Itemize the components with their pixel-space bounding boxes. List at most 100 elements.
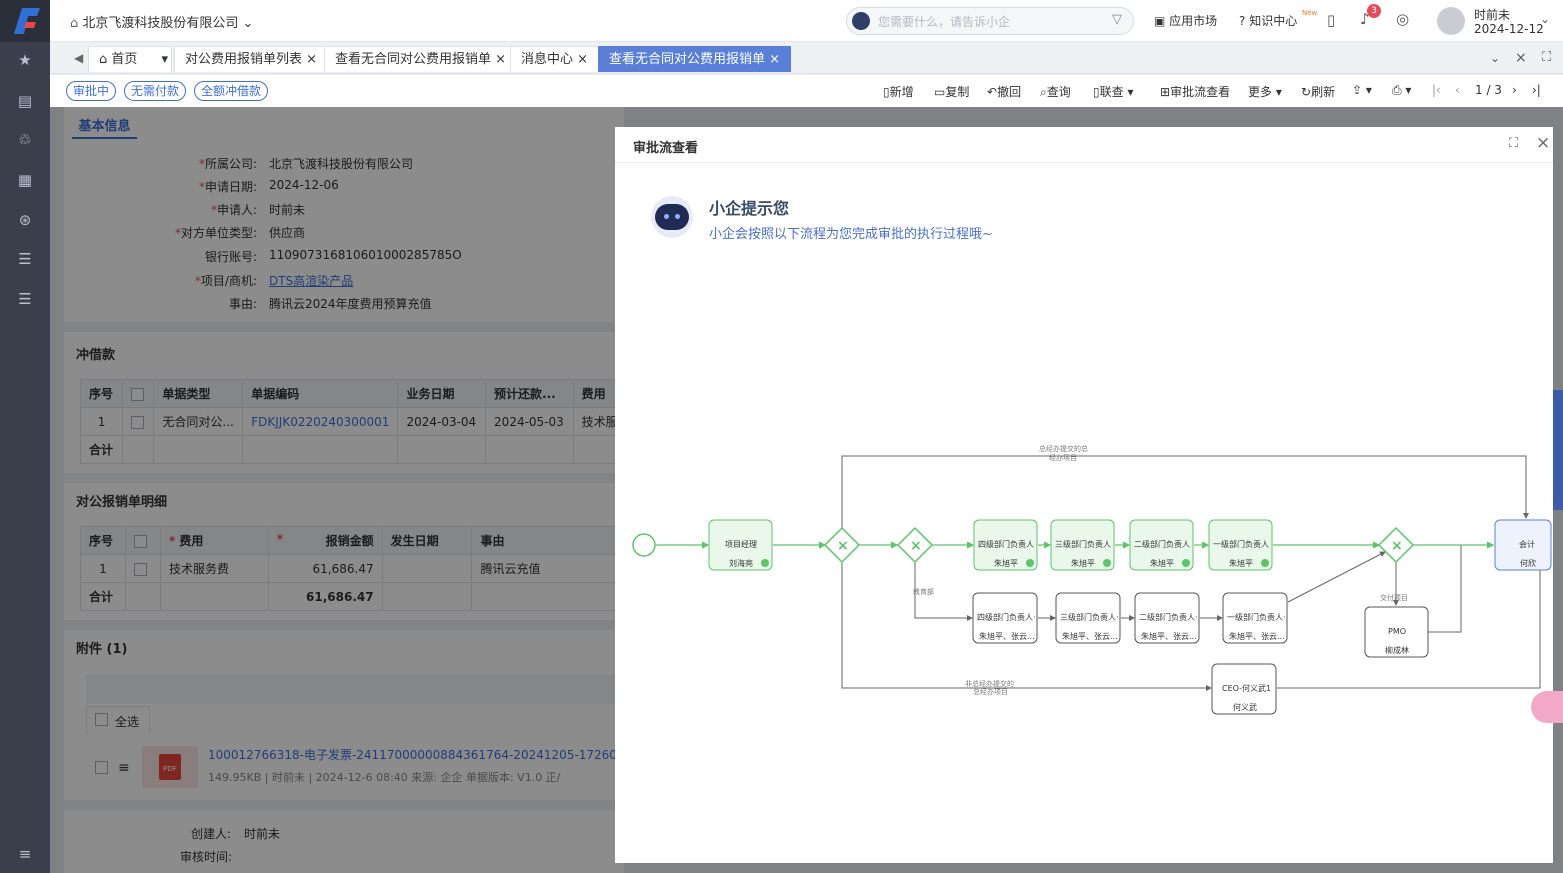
star-icon[interactable]: ★ [13, 48, 37, 72]
ledger-icon[interactable]: ☰ [13, 287, 37, 311]
tab-view-expense-active[interactable]: 查看无合同对公费用报销单 × [598, 46, 792, 72]
copy-button[interactable]: ▭复制 [934, 83, 969, 100]
action-toolbar [50, 75, 1563, 107]
tab-scroll-left-icon[interactable]: ◀ [74, 51, 83, 65]
svg-text:朱旭平: 朱旭平 [1229, 558, 1253, 568]
svg-text:PMO: PMO [1388, 627, 1406, 636]
new-button[interactable]: ▯新增 [883, 83, 914, 100]
app-market-link[interactable]: ▣ 应用市场 [1154, 12, 1217, 29]
tabs-dropdown-icon[interactable]: ⌄ [1490, 51, 1500, 65]
filter-icon[interactable]: ▽ [1112, 12, 1122, 27]
flow-node-level4-dept[interactable]: 四级部门负责人 朱旭平 [973, 519, 1038, 571]
svg-text:项目经理: 项目经理 [725, 539, 757, 549]
top-bar [50, 0, 1563, 42]
tab-home[interactable]: ⌂ 首页 ▾ [88, 46, 172, 72]
flow-node-level3-dept[interactable]: 三级部门负责人 朱旭平 [1050, 519, 1115, 571]
tab-message-center[interactable]: 消息中心 × [510, 46, 600, 72]
money-bag-icon[interactable]: ⊛ [13, 208, 37, 232]
flow-view-button[interactable]: ⊞审批流查看 [1160, 83, 1230, 100]
tip-description: 小企会按照以下流程为您完成审批的执行过程哦~ [709, 227, 993, 242]
flow-node-level2-dept[interactable]: 二级部门负责人 朱旭平 [1129, 519, 1194, 571]
next-page-icon[interactable]: › [1512, 83, 1517, 97]
undo-button[interactable]: ↶撤回 [987, 83, 1021, 100]
search-placeholder: 您需要什么，请告诉小企 [878, 15, 1011, 29]
svg-text:何欣: 何欣 [1520, 558, 1536, 568]
collapse-menu-icon[interactable]: ≡ [13, 842, 37, 866]
edge-label: 教育部 [913, 587, 934, 596]
tab-expense-list[interactable]: 对公费用报销单列表 × [174, 46, 329, 72]
flow-node-level3-dept-alt[interactable]: 三级部门负责人· 朱旭平、张云... [1055, 592, 1121, 644]
export-dropdown-button[interactable]: ⇪ ▾ [1352, 83, 1372, 97]
svg-text:朱旭平、张云...: 朱旭平、张云... [1062, 631, 1118, 641]
store-icon: ▣ [1154, 14, 1170, 28]
svg-text:×: × [837, 538, 849, 554]
side-feedback-tab[interactable] [1553, 390, 1563, 510]
user-menu-chevron-icon[interactable]: ⌄ [1540, 12, 1550, 26]
maximize-icon[interactable]: ⛶ [1509, 136, 1518, 151]
close-icon[interactable]: × [769, 52, 780, 67]
flow-node-accountant[interactable]: 会计 何欣 [1494, 519, 1552, 571]
svg-text:×: × [1391, 538, 1403, 554]
status-badge-full-offset: 全额冲借款 [194, 81, 269, 101]
close-icon[interactable]: × [306, 52, 317, 67]
last-page-icon[interactable]: ›| [1532, 83, 1541, 97]
export-icon: ⇪ [1352, 83, 1363, 97]
svg-text:CEO-何义武1: CEO-何义武1 [1222, 683, 1271, 693]
floating-assistant-button[interactable] [1531, 691, 1563, 723]
chevron-down-icon: ▾ [161, 52, 169, 67]
svg-text:朱旭平: 朱旭平 [1150, 558, 1174, 568]
edge-label: 总经办提交的总 [1039, 444, 1088, 453]
status-badge-approving: 审批中 [66, 81, 117, 101]
fullscreen-icon[interactable]: ⛶ [1542, 50, 1551, 65]
svg-text:四级部门负责人·: 四级部门负责人· [977, 612, 1036, 622]
question-icon: ? [1239, 14, 1250, 28]
home-icon: ⌂ [99, 52, 112, 67]
tab-view-expense[interactable]: 查看无合同对公费用报销单 × [324, 46, 518, 72]
edge-label: 总经办项目 [973, 687, 1008, 696]
flow-node-level2-dept-alt[interactable]: 二级部门负责人· 朱旭平、张云... [1134, 592, 1200, 644]
flow-node-level1-dept[interactable]: 一级部门负责人 朱旭平 [1208, 519, 1273, 571]
folder-icon[interactable]: ▤ [13, 89, 37, 113]
link-query-button[interactable]: ▯联查 ▾ [1093, 83, 1133, 100]
avatar[interactable] [1437, 7, 1465, 35]
modal-title: 审批流查看 [633, 141, 699, 156]
company-name: 北京飞渡科技股份有限公司 [82, 16, 239, 31]
knowledge-center-link[interactable]: ? 知识中心 [1239, 12, 1297, 29]
tip-title: 小企提示您 [709, 199, 790, 218]
edge-label: 经办项目 [1049, 453, 1077, 462]
robot-assistant-icon [651, 196, 693, 238]
more-button[interactable]: 更多 ▾ [1248, 83, 1282, 100]
close-icon[interactable]: × [495, 52, 506, 67]
gateway-icon: × [896, 526, 934, 564]
close-icon[interactable]: × [577, 52, 588, 67]
flow-node-pmo[interactable]: PMO 柳成林 [1364, 606, 1429, 658]
company-switcher[interactable]: ⌂ 北京飞渡科技股份有限公司 ⌄ [70, 12, 253, 31]
close-icon[interactable]: × [1536, 133, 1550, 153]
copy-icon: ▭ [934, 85, 946, 99]
flow-start-node [632, 533, 656, 557]
flow-node-ceo[interactable]: CEO-何义武1 何义武 [1211, 663, 1277, 715]
headset-icon[interactable]: ◎ [1396, 10, 1409, 28]
print-dropdown-button[interactable]: ⎙ ▾ [1392, 83, 1411, 98]
undo-icon: ↶ [987, 85, 998, 99]
list-icon[interactable]: ☰ [13, 247, 37, 271]
app-logo[interactable] [0, 0, 50, 42]
user-date: 2024-12-12 [1474, 22, 1544, 36]
close-all-tabs-icon[interactable]: × [1515, 50, 1527, 66]
search-icon: ⌕ [1040, 85, 1047, 99]
mobile-icon[interactable]: ▯ [1327, 11, 1335, 29]
flow-node-level4-dept-alt[interactable]: 四级部门负责人· 朱旭平、张云... [972, 592, 1038, 644]
status-badge-no-payment: 无需付款 [124, 81, 187, 101]
flow-node-project-manager[interactable]: 项目经理 刘海亮 [708, 519, 773, 571]
flow-node-level1-dept-alt[interactable]: 一级部门负责人· 朱旭平、张云... [1222, 592, 1288, 644]
recycle-icon[interactable]: ♲ [13, 128, 37, 152]
query-button[interactable]: ⌕查询 [1040, 83, 1071, 100]
first-page-icon[interactable]: |‹ [1432, 83, 1441, 97]
chevron-down-icon: ⌄ [242, 16, 254, 31]
svg-text:朱旭平: 朱旭平 [1071, 558, 1095, 568]
calendar-icon[interactable]: ▦ [13, 168, 37, 192]
prev-page-icon[interactable]: ‹ [1455, 83, 1460, 97]
refresh-button[interactable]: ↻刷新 [1301, 83, 1335, 100]
edge-label: 交付项目 [1380, 593, 1408, 602]
svg-text:四级部门负责人: 四级部门负责人 [978, 539, 1034, 549]
